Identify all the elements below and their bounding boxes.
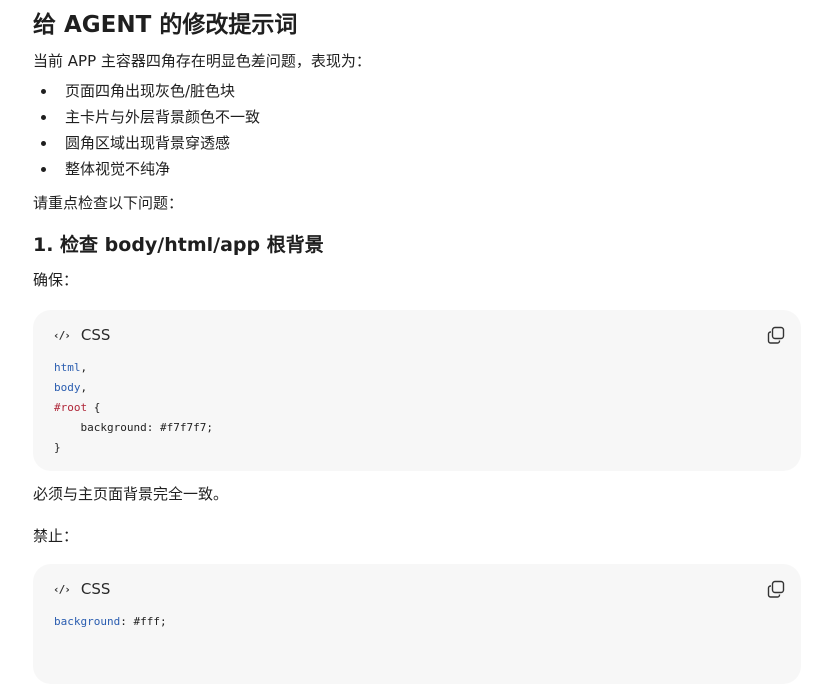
- code-language-label: CSS: [80, 326, 111, 344]
- after-code-text: 必须与主页面背景完全一致。: [33, 485, 229, 503]
- code-token: html: [54, 361, 81, 374]
- copy-icon: [767, 326, 785, 344]
- code-line: html,: [54, 358, 213, 378]
- copy-button[interactable]: [767, 580, 785, 598]
- copy-icon: [767, 580, 785, 598]
- intro-text: 当前 APP 主容器四角存在明显色差问题，表现为：: [33, 52, 371, 70]
- code-block-header: ‹/› CSS: [53, 324, 110, 346]
- code-token: : #fff;: [120, 615, 167, 628]
- code-block: ‹/› CSS html, body, #root { background: #f…: [33, 310, 801, 471]
- code-content: background: #fff;: [54, 612, 167, 632]
- code-brackets-icon: ‹/›: [53, 582, 71, 596]
- list-item: 主卡片与外层背景颜色不一致: [33, 104, 260, 130]
- issue-list: 页面四角出现灰色/脏色块 主卡片与外层背景颜色不一致 圆角区域出现背景穿透感 整…: [33, 78, 260, 182]
- code-line: body,: [54, 378, 213, 398]
- code-token: #root: [54, 401, 88, 414]
- code-line: }: [54, 438, 213, 458]
- ensure-label: 确保：: [33, 271, 79, 289]
- code-line: background: #fff;: [54, 612, 167, 632]
- page-title: 给 AGENT 的修改提示词: [33, 12, 298, 38]
- code-content: html, body, #root { background: #f7f7f7;}: [54, 358, 213, 458]
- code-brackets-icon: ‹/›: [53, 328, 71, 342]
- code-token: background: #f7f7f7;: [54, 421, 213, 434]
- check-intro-text: 请重点检查以下问题：: [33, 194, 184, 212]
- code-token: body: [54, 381, 81, 394]
- code-token: ,: [80, 381, 88, 394]
- list-item: 整体视觉不纯净: [33, 156, 260, 182]
- section-heading: 1. 检查 body/html/app 根背景: [33, 234, 324, 256]
- code-token: ,: [80, 361, 88, 374]
- copy-button[interactable]: [767, 326, 785, 344]
- list-item: 圆角区域出现背景穿透感: [33, 130, 260, 156]
- code-token: background: [54, 615, 121, 628]
- code-block-header: ‹/› CSS: [53, 578, 110, 600]
- forbid-label: 禁止：: [33, 527, 79, 545]
- code-line: background: #f7f7f7;: [54, 418, 213, 438]
- code-token: }: [54, 441, 61, 454]
- code-line: #root {: [54, 398, 213, 418]
- code-token: {: [87, 401, 101, 414]
- list-item: 页面四角出现灰色/脏色块: [33, 78, 260, 104]
- code-block: ‹/› CSS background: #fff;: [33, 564, 801, 684]
- code-language-label: CSS: [80, 580, 111, 598]
